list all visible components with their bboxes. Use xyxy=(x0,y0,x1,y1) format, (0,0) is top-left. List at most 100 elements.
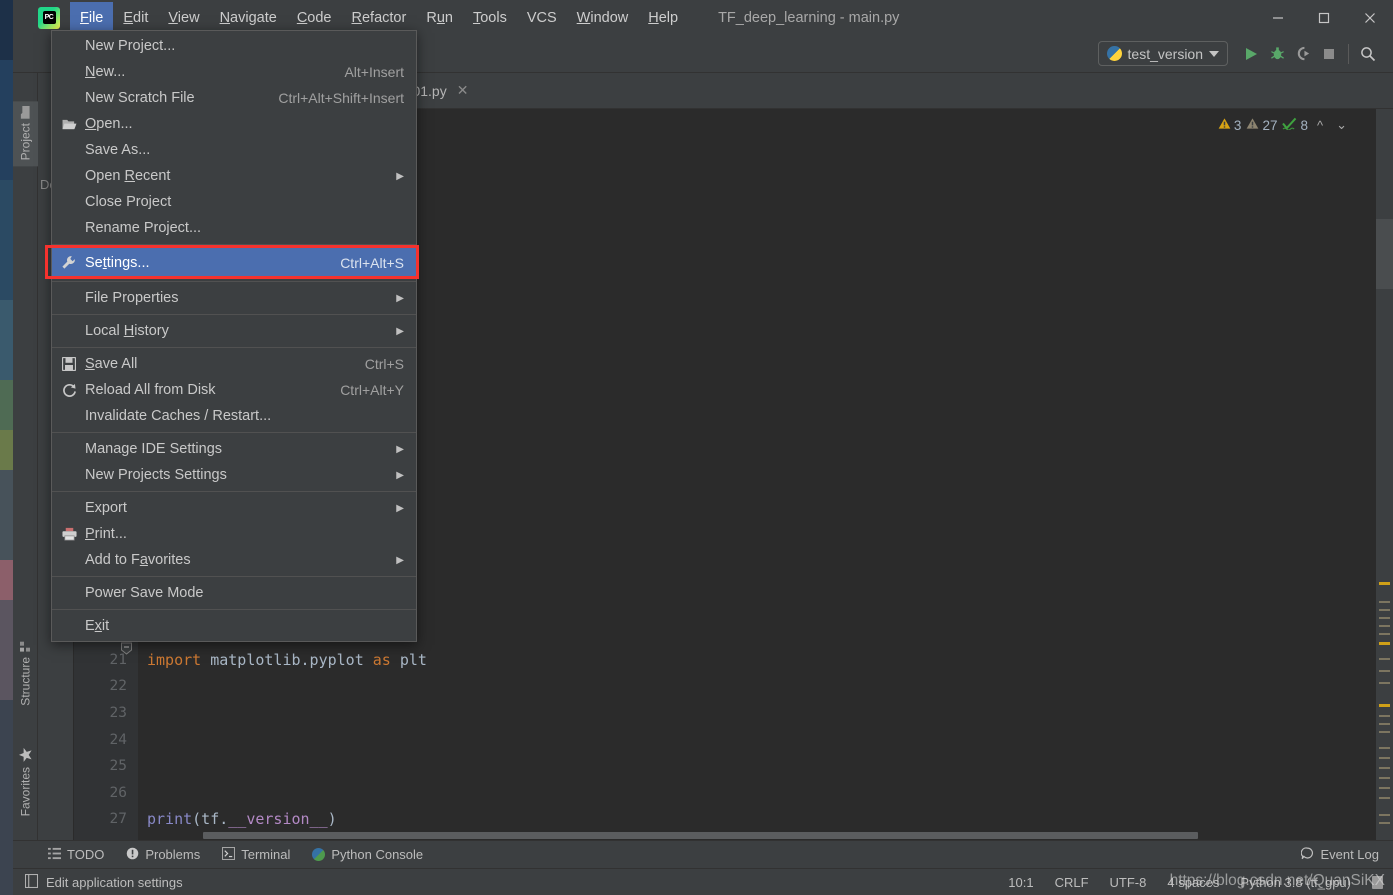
menu-refactor[interactable]: Refactor xyxy=(342,2,417,34)
menu-tools[interactable]: Tools xyxy=(463,2,517,34)
menu-edit[interactable]: Edit xyxy=(113,2,158,34)
stripe-marker[interactable] xyxy=(1379,822,1390,824)
lock-icon[interactable] xyxy=(1372,875,1383,889)
tool-window-label: Terminal xyxy=(241,847,291,862)
menu-item-open-recent[interactable]: Open Recent ▶ xyxy=(52,163,416,189)
debug-button[interactable] xyxy=(1264,41,1290,67)
warning-count-group[interactable]: 27 xyxy=(1246,117,1277,133)
error-count-group[interactable]: 3 xyxy=(1218,117,1241,133)
stripe-marker[interactable] xyxy=(1379,747,1390,749)
menu-item-invalidate-caches[interactable]: Invalidate Caches / Restart... xyxy=(52,403,416,429)
stripe-marker[interactable] xyxy=(1379,787,1390,789)
close-button[interactable] xyxy=(1347,0,1393,35)
stripe-marker[interactable] xyxy=(1379,625,1390,627)
menu-item-label: Reload All from Disk xyxy=(85,382,216,398)
bottom-tool-window-bar: TODO Problems Terminal Python Console Ev… xyxy=(13,840,1393,868)
tool-window-python-console[interactable]: Python Console xyxy=(312,847,423,862)
menu-navigate[interactable]: Navigate xyxy=(210,2,287,34)
tool-window-terminal[interactable]: Terminal xyxy=(222,846,291,863)
menu-item-new-scratch-file[interactable]: New Scratch File Ctrl+Alt+Shift+Insert xyxy=(52,85,416,111)
close-icon[interactable]: ✕ xyxy=(457,82,469,99)
menu-item-save-all[interactable]: Save All Ctrl+S xyxy=(52,351,416,377)
python-interpreter[interactable]: Python 3.8 (tf_gpu) xyxy=(1240,875,1351,890)
stripe-marker[interactable] xyxy=(1379,723,1390,725)
menu-view[interactable]: View xyxy=(158,2,209,34)
tool-window-label: Problems xyxy=(145,847,201,862)
menu-item-print[interactable]: Print... xyxy=(52,521,416,547)
menu-item-export[interactable]: Export ▶ xyxy=(52,495,416,521)
menu-item-reload-all-from-disk[interactable]: Reload All from Disk Ctrl+Alt+Y xyxy=(52,377,416,403)
menu-item-manage-ide-settings[interactable]: Manage IDE Settings ▶ xyxy=(52,436,416,462)
stop-button[interactable] xyxy=(1316,41,1342,67)
search-icon[interactable] xyxy=(1355,41,1381,67)
stripe-marker[interactable] xyxy=(1379,715,1390,717)
stripe-marker[interactable] xyxy=(1379,642,1390,645)
error-stripe-scrollbar[interactable] xyxy=(1376,109,1393,840)
stripe-marker[interactable] xyxy=(1379,617,1390,619)
menu-item-save-as[interactable]: Save As... xyxy=(52,137,416,163)
menu-code[interactable]: Code xyxy=(287,2,342,34)
menu-item-new-project[interactable]: New Project... xyxy=(52,33,416,59)
stripe-marker[interactable] xyxy=(1379,601,1390,603)
menu-item-settings[interactable]: Settings... Ctrl+Alt+S xyxy=(52,248,416,278)
stripe-marker[interactable] xyxy=(1379,767,1390,769)
inspection-widget[interactable]: 3 27 8 ^ ⌄ xyxy=(1218,117,1351,133)
python-icon xyxy=(1106,46,1122,61)
file-encoding[interactable]: UTF-8 xyxy=(1110,875,1147,890)
submenu-arrow-icon: ▶ xyxy=(396,469,404,481)
reload-icon xyxy=(61,382,77,398)
stripe-marker[interactable] xyxy=(1379,731,1390,733)
stripe-marker[interactable] xyxy=(1379,633,1390,635)
menu-window[interactable]: Window xyxy=(567,2,639,34)
stripe-marker[interactable] xyxy=(1379,670,1390,672)
stripe-marker[interactable] xyxy=(1379,797,1390,799)
event-log-button[interactable]: Event Log xyxy=(1301,846,1379,863)
chevron-down-icon[interactable]: ⌄ xyxy=(1332,117,1351,133)
menu-item-new[interactable]: New... Alt+Insert xyxy=(52,59,416,85)
submenu-arrow-icon: ▶ xyxy=(396,443,404,455)
fold-collapse-icon[interactable] xyxy=(120,642,133,655)
stripe-marker[interactable] xyxy=(1379,757,1390,759)
line-separator[interactable]: CRLF xyxy=(1055,875,1089,890)
sidebar-item-favorites[interactable]: Favorites xyxy=(13,741,38,822)
maximize-button[interactable] xyxy=(1301,0,1347,35)
menu-item-open[interactable]: Open... xyxy=(52,111,416,137)
stripe-marker[interactable] xyxy=(1379,582,1390,585)
stripe-marker[interactable] xyxy=(1379,814,1390,816)
code-line[interactable]: import matplotlib.pyplot as plt xyxy=(138,647,1376,674)
menu-item-rename-project[interactable]: Rename Project... xyxy=(52,215,416,241)
menu-vcs[interactable]: VCS xyxy=(517,2,567,34)
menu-item-label: Save All xyxy=(85,356,138,372)
menu-help[interactable]: Help xyxy=(638,2,688,34)
typo-count-group[interactable]: 8 xyxy=(1282,117,1308,133)
menu-run[interactable]: Run xyxy=(416,2,463,34)
sidebar-item-structure[interactable]: Structure xyxy=(13,634,38,712)
stripe-marker[interactable] xyxy=(1379,658,1390,660)
scrollbar-thumb[interactable] xyxy=(1376,219,1393,289)
sidebar-item-project[interactable]: Project xyxy=(13,101,38,167)
stripe-marker[interactable] xyxy=(1379,682,1390,684)
minimize-button[interactable] xyxy=(1255,0,1301,35)
stripe-marker[interactable] xyxy=(1379,704,1390,707)
menu-item-file-properties[interactable]: File Properties ▶ xyxy=(52,285,416,311)
status-message: Edit application settings xyxy=(46,874,183,890)
code-line[interactable] xyxy=(138,727,1376,754)
editor-horizontal-scrollbar[interactable] xyxy=(202,830,1359,840)
menu-file[interactable]: FFileile xyxy=(70,1,114,34)
chevron-up-icon[interactable]: ^ xyxy=(1313,118,1327,133)
menu-item-power-save-mode[interactable]: Power Save Mode xyxy=(52,580,416,606)
menu-item-new-projects-settings[interactable]: New Projects Settings ▶ xyxy=(52,462,416,488)
indent-setting[interactable]: 4 spaces xyxy=(1167,875,1219,890)
caret-position[interactable]: 10:1 xyxy=(1008,875,1033,890)
menu-item-close-project[interactable]: Close Project xyxy=(52,189,416,215)
tool-window-todo[interactable]: TODO xyxy=(48,847,104,863)
menu-item-local-history[interactable]: Local History ▶ xyxy=(52,318,416,344)
run-configuration-selector[interactable]: test_version xyxy=(1097,41,1228,66)
stripe-marker[interactable] xyxy=(1379,609,1390,611)
run-button[interactable] xyxy=(1238,41,1264,67)
menu-item-exit[interactable]: Exit xyxy=(52,613,416,639)
tool-window-problems[interactable]: Problems xyxy=(126,847,200,863)
menu-item-add-to-favorites[interactable]: Add to Favorites ▶ xyxy=(52,547,416,573)
stripe-marker[interactable] xyxy=(1379,777,1390,779)
run-coverage-icon[interactable] xyxy=(1290,41,1316,67)
